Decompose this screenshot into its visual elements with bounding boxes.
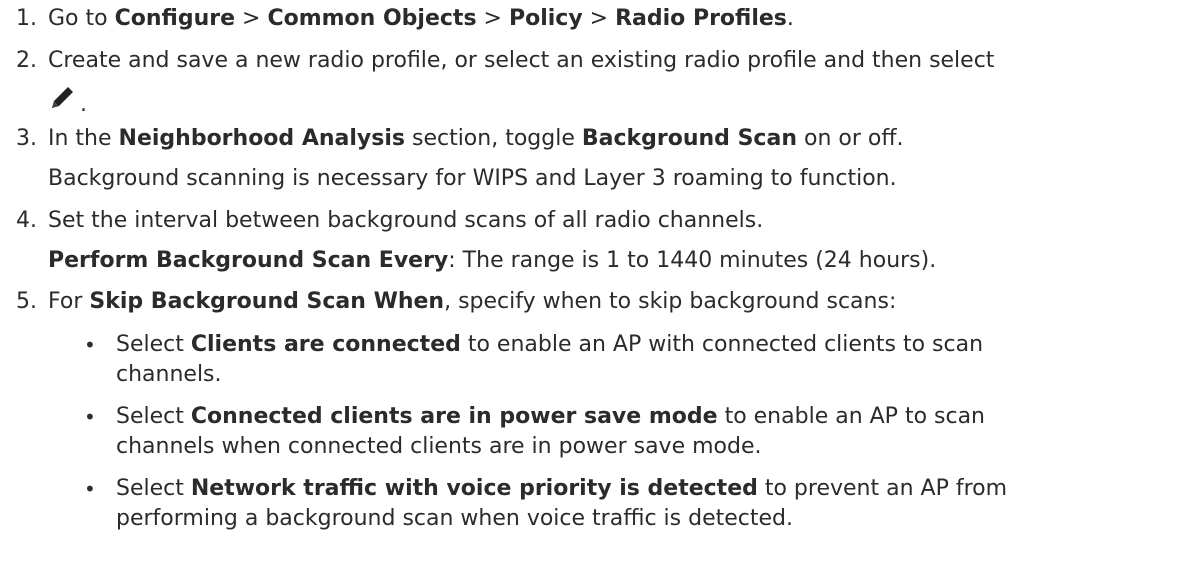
text-run: to enable an AP to scan [717, 404, 986, 429]
text-run: Select [116, 332, 191, 357]
note-text: Background scanning is necessary for WIP… [48, 166, 897, 191]
option-label: Network traffic with voice priority is d… [190, 476, 758, 501]
text-run: to prevent an AP from [757, 476, 1008, 501]
bullet-marker: • [84, 477, 96, 501]
menu-configure: Configure [114, 6, 236, 31]
menu-common-objects: Common Objects [267, 6, 477, 31]
option-label: Connected clients are in power save mode [190, 404, 718, 429]
text-run: Go to [48, 6, 115, 31]
option-skip-background-scan: Skip Background Scan When [89, 289, 445, 314]
bullet-text: Select Clients are connected to enable a… [116, 330, 983, 360]
option-label: Clients are connected [190, 332, 461, 357]
step-5: 5. For Skip Background Scan When, specif… [0, 287, 1186, 317]
step-4-detail: Perform Background Scan Every: The range… [0, 246, 1186, 276]
step-2: 2. Create and save a new radio profile, … [0, 46, 1186, 76]
bullet-text: channels. [116, 362, 222, 387]
step-3-note: Background scanning is necessary for WIP… [0, 164, 1186, 194]
list-item-continued: channels. [0, 360, 1186, 390]
field-label: Perform Background Scan Every [48, 248, 449, 273]
bullet-text: channels when connected clients are in p… [116, 434, 762, 459]
period-text: . [80, 92, 87, 117]
bullet-text: Select Connected clients are in power sa… [116, 402, 985, 432]
text-run: on or off. [796, 126, 904, 151]
step-number: 2. [16, 48, 37, 73]
text-run: Select [116, 404, 191, 429]
list-item: • Select Connected clients are in power … [0, 402, 1186, 432]
option-background-scan: Background Scan [581, 126, 797, 151]
bullet-marker: • [84, 333, 96, 357]
list-item-continued: performing a background scan when voice … [0, 504, 1186, 534]
section-neighborhood-analysis: Neighborhood Analysis [118, 126, 405, 151]
step-4: 4. Set the interval between background s… [0, 206, 1186, 236]
bullet-text: performing a background scan when voice … [116, 506, 793, 531]
list-item: • Select Network traffic with voice prio… [0, 474, 1186, 504]
text-run: For [48, 289, 90, 314]
step-number: 4. [16, 208, 37, 233]
step-text: Set the interval between background scan… [48, 208, 764, 233]
step-1: 1. Go to Configure > Common Objects > Po… [0, 4, 1186, 34]
text-run: In the [48, 126, 119, 151]
text-run: section, toggle [404, 126, 582, 151]
list-item: • Select Clients are connected to enable… [0, 330, 1186, 360]
pencil-edit-icon [52, 87, 73, 108]
text-run: Select [116, 476, 191, 501]
step-number: 1. [16, 6, 37, 31]
step-text: For Skip Background Scan When, specify w… [48, 287, 896, 317]
bullet-marker: • [84, 405, 96, 429]
step-number: 3. [16, 126, 37, 151]
menu-radio-profiles: Radio Profiles [615, 6, 787, 31]
separator: > [476, 6, 509, 31]
bullet-text: Select Network traffic with voice priori… [116, 474, 1007, 504]
separator: > [235, 6, 268, 31]
step-number: 5. [16, 289, 37, 314]
separator: > [582, 6, 616, 31]
text-run: to enable an AP with connected clients t… [460, 332, 984, 357]
step-3: 3. In the Neighborhood Analysis section,… [0, 124, 1186, 154]
list-item-continued: channels when connected clients are in p… [0, 432, 1186, 462]
menu-policy: Policy [508, 6, 583, 31]
step-text: Go to Configure > Common Objects > Polic… [48, 4, 794, 34]
text-run: , specify when to skip background scans: [444, 289, 897, 314]
detail-text: Perform Background Scan Every: The range… [48, 246, 936, 276]
step-2-icon-line: . [0, 76, 200, 122]
step-text: In the Neighborhood Analysis section, to… [48, 124, 903, 154]
text-run: . [786, 6, 794, 31]
text-run: : The range is 1 to 1440 minutes (24 hou… [448, 248, 937, 273]
step-text: Create and save a new radio profile, or … [48, 48, 995, 73]
